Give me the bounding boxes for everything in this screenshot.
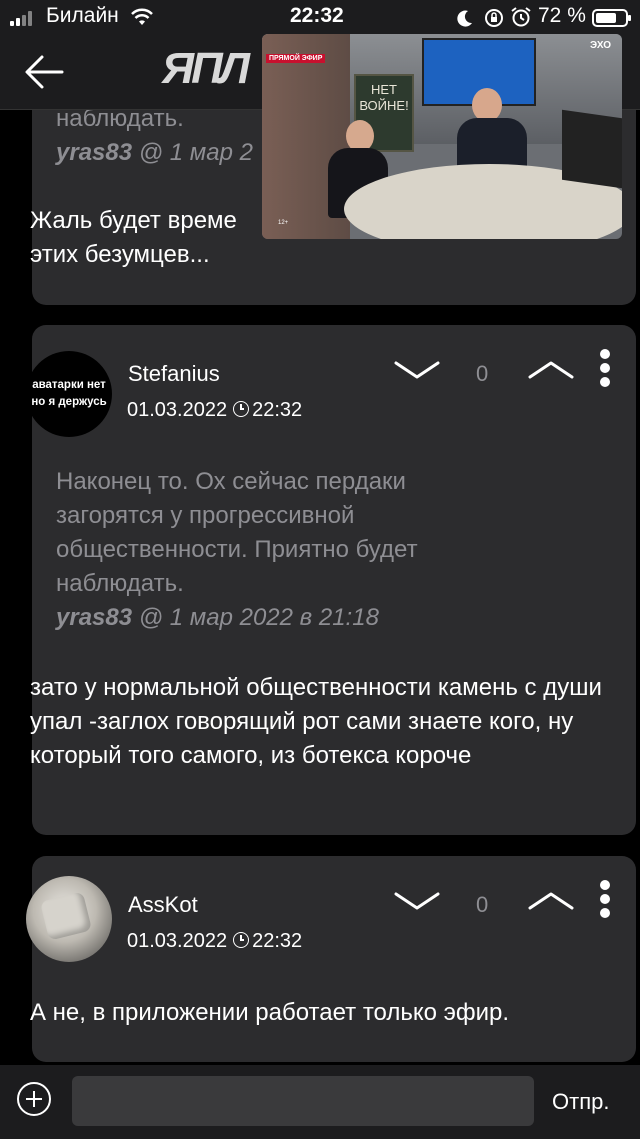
downvote-chevron-icon[interactable] [392,886,442,916]
battery-percent: 72 % [538,4,586,27]
comment-card: аватарки нет но я держусь Stefanius 01.0… [26,325,636,835]
clock-label: 22:32 [290,4,344,27]
vote-score: 0 [476,892,489,917]
avatar-text: аватарки нет но я держусь [31,379,107,408]
comment-text: А не, в приложении работает только эфир. [30,999,510,1026]
picture-in-picture-video[interactable]: ПРЯМОЙ ЭФИР НЕТ ВОЙНЕ! ЭХО 12+ [262,34,622,239]
studio-screen [562,109,622,189]
keycap-image [39,891,93,941]
upvote-chevron-icon[interactable] [526,886,576,916]
more-options-icon[interactable] [600,349,610,389]
comments-feed[interactable]: наблюдать. yras83 @ 1 мар 2 Жаль будет в… [0,110,640,1065]
alarm-icon [511,7,531,27]
quote-date: @ 1 мар 2 [132,139,253,166]
clock-icon [233,401,250,417]
orientation-lock-icon [485,9,503,27]
channel-logo: ЭХО [590,40,612,51]
carrier-label: Билайн [46,4,119,27]
comment-username[interactable]: AssKot [128,892,198,918]
site-logo[interactable]: ЯПЛ [162,44,250,94]
quoted-text: Наконец то. Ох сейчас пердаки загорятся … [56,465,496,635]
quote-date: @ 1 мар 2022 в 21:18 [132,604,379,631]
battery-icon [592,9,631,27]
date-label: 01.03.2022 [127,930,228,952]
comment-date: 01.03.2022 22:32 [127,399,302,422]
comment-card: AssKot 01.03.2022 22:32 0 А не, в приложе… [26,856,636,1062]
message-input[interactable] [72,1076,534,1126]
send-button[interactable]: Отпр. [552,1089,609,1115]
avatar[interactable] [26,876,112,962]
status-bar: Билайн 22:32 72 % [0,0,640,34]
quote-author[interactable]: yras83 [56,139,132,166]
moon-icon [457,10,472,27]
back-arrow-icon[interactable] [22,52,66,92]
vote-score: 0 [476,361,489,386]
more-options-icon[interactable] [600,880,610,920]
time-label: 22:32 [252,399,303,421]
live-badge: ПРЯМОЙ ЭФИР [266,54,326,63]
comment-text: зато у нормальной общественности камень … [30,674,602,769]
age-rating: 12+ [278,220,289,226]
date-label: 01.03.2022 [127,399,228,421]
comment-username[interactable]: Stefanius [128,361,220,387]
signal-icon [10,10,38,26]
host-man-head [472,88,502,122]
wifi-icon [131,8,153,25]
clock-icon [233,932,250,948]
add-attachment-icon[interactable] [17,1082,51,1116]
time-label: 22:32 [252,930,303,952]
downvote-chevron-icon[interactable] [392,355,442,385]
quote-author[interactable]: yras83 [56,604,132,631]
quote-meta: yras83 @ 1 мар 2022 в 21:18 [56,601,496,635]
avatar[interactable]: аватарки нет но я держусь [26,351,112,437]
comment-date: 01.03.2022 22:32 [127,930,302,953]
upvote-chevron-icon[interactable] [526,355,576,385]
quote-text: Наконец то. Ох сейчас пердаки загорятся … [56,468,418,597]
comment-composer: Отпр. [0,1065,640,1139]
